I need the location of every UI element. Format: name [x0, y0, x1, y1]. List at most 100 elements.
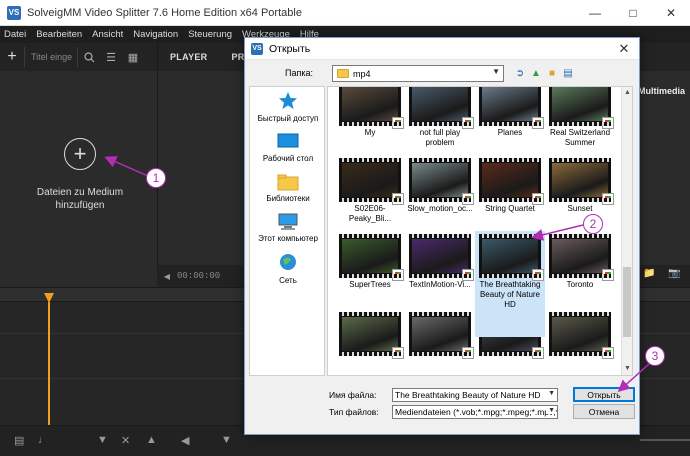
media-file-icon	[462, 347, 474, 359]
thumbnail-image	[342, 317, 398, 351]
thumbnail-image	[552, 87, 608, 121]
thumbnail-image	[412, 87, 468, 121]
add-media-button[interactable]: +	[64, 138, 96, 170]
file-tile[interactable]: Slow_motion_oc...	[405, 155, 475, 214]
chevron-down-icon[interactable]: ▼	[546, 390, 555, 397]
place-this-pc[interactable]: Этот компьютер	[250, 213, 326, 244]
file-name: My	[364, 128, 376, 137]
thumbnail-image	[482, 87, 538, 121]
media-file-icon	[602, 269, 614, 281]
snapshot-icon[interactable]: 📷	[668, 268, 684, 282]
tab-player[interactable]: PLAYER	[158, 52, 219, 62]
film-strip-icon[interactable]: ▤	[14, 434, 24, 447]
scrollbar[interactable]: ▲ ▼	[621, 87, 632, 375]
volume-icon[interactable]: ♩	[38, 434, 49, 446]
thumbnail-image	[342, 163, 398, 197]
scroll-down-icon[interactable]: ▼	[622, 363, 632, 375]
back-icon[interactable]: ➲	[513, 66, 527, 80]
timecode: 00:00:00	[177, 271, 221, 281]
menu-datei[interactable]: Datei	[4, 29, 26, 40]
thumbnail-image	[412, 239, 468, 273]
file-tile[interactable]: not full play problem	[405, 87, 475, 148]
video-thumbnail	[549, 87, 614, 129]
file-tile[interactable]	[405, 309, 475, 359]
place-network[interactable]: Сеть	[250, 253, 326, 286]
dialog-close-icon[interactable]: ✕	[615, 40, 633, 58]
place-libraries[interactable]: Библиотеки	[250, 173, 326, 204]
folder-select[interactable]: mp4 ▼	[332, 65, 504, 82]
menu-navigation[interactable]: Navigation	[133, 29, 178, 40]
add-icon[interactable]: +	[0, 48, 24, 66]
up-folder-icon[interactable]: ▲	[529, 66, 543, 80]
file-tile[interactable]: Sunset	[545, 155, 615, 214]
place-desktop[interactable]: Рабочий стол	[250, 133, 326, 164]
add-media-label: Dateien zu Medium hinzufügen	[36, 187, 124, 211]
file-tile[interactable]: The Breathtaking Beauty of Nature HD	[475, 231, 545, 337]
video-thumbnail	[479, 234, 544, 281]
mute-icon[interactable]: ◀	[181, 434, 189, 447]
filetype-label: Тип файлов:	[329, 407, 379, 417]
prev-arrow-icon[interactable]: ◀	[157, 272, 177, 281]
file-tile[interactable]: S02E06-Peaky_Bli...	[335, 155, 405, 224]
menu-steuerung[interactable]: Steuerung	[188, 29, 232, 40]
file-tile[interactable]: Toronto	[545, 231, 615, 290]
title-search-input[interactable]: Titel einge	[24, 47, 78, 67]
place-label: Этот компьютер	[258, 234, 318, 243]
place-label: Рабочий стол	[262, 154, 314, 163]
window-controls: — □ ✕	[576, 0, 690, 26]
grid-view-icon[interactable]: ▦	[122, 47, 144, 67]
cancel-button[interactable]: Отмена	[573, 404, 635, 419]
thumbnail-image	[552, 317, 608, 351]
app-logo: VS	[7, 5, 21, 20]
scroll-up-icon[interactable]: ▲	[622, 87, 632, 99]
menu-ansicht[interactable]: Ansicht	[92, 29, 123, 40]
video-thumbnail	[409, 158, 474, 205]
marker-icon[interactable]: ▲	[146, 434, 157, 446]
open-button[interactable]: Открыть	[573, 387, 635, 402]
media-panel: + Titel einge ☰ ▦ + Dateien zu Medium hi…	[0, 43, 157, 287]
media-file-icon	[392, 269, 404, 281]
chevron-down-icon[interactable]: ▼	[546, 407, 555, 414]
folder-icon	[337, 69, 349, 78]
place-quick-access[interactable]: Быстрый доступ	[250, 91, 326, 124]
annotation-marker-2: 2	[583, 214, 603, 234]
filter-icon[interactable]: ▼	[97, 434, 108, 446]
file-tile[interactable]	[545, 309, 615, 359]
new-folder-icon[interactable]: ■	[545, 66, 559, 80]
file-tile[interactable]: TextInMotion-Vi...	[405, 231, 475, 290]
file-tile[interactable]: String Quartet	[475, 155, 545, 214]
filename-field[interactable]: The Breathtaking Beauty of Nature HD ▼	[392, 388, 558, 402]
play-icon[interactable]: ▼	[221, 434, 232, 446]
menu-bearbeiten[interactable]: Bearbeiten	[36, 29, 82, 40]
file-tile[interactable]: SuperTrees	[335, 231, 405, 290]
scroll-thumb[interactable]	[623, 267, 631, 337]
file-name: not full play problem	[419, 128, 461, 147]
file-tile[interactable]: My	[335, 87, 405, 138]
close-icon[interactable]: ✕	[652, 0, 690, 26]
file-tile[interactable]: Planes	[475, 87, 545, 138]
file-tile[interactable]: Real Switzerland Summer	[545, 87, 615, 148]
media-file-icon	[532, 117, 544, 129]
video-thumbnail	[339, 312, 404, 359]
app-titlebar: VS SolveigMM Video Splitter 7.6 Home Edi…	[0, 0, 690, 26]
view-menu-icon[interactable]: ▤	[561, 66, 575, 80]
media-file-icon	[462, 193, 474, 205]
desktop-icon	[277, 133, 299, 148]
places-bar: Быстрый доступ Рабочий стол Библиотеки Э…	[249, 86, 325, 376]
thumbnail-image	[412, 317, 468, 351]
filetype-select[interactable]: Mediendateien (*.vob;*.mpg;*.mpeg;*.mpv;…	[392, 405, 558, 419]
file-name: Sunset	[567, 204, 593, 213]
minimize-icon[interactable]: —	[576, 0, 614, 26]
file-name: S02E06-Peaky_Bli...	[348, 204, 392, 223]
file-tile[interactable]	[335, 309, 405, 359]
folder-icon[interactable]: 📁	[643, 268, 659, 282]
volume-slider[interactable]	[640, 439, 690, 441]
media-file-icon	[462, 117, 474, 129]
video-thumbnail	[409, 312, 474, 359]
cut-icon[interactable]: ✕	[121, 434, 130, 447]
maximize-icon[interactable]: □	[614, 0, 652, 26]
list-view-icon[interactable]: ☰	[100, 47, 122, 67]
search-icon[interactable]	[78, 47, 100, 67]
folder-row: Папка: mp4 ▼ ➲ ▲ ■ ▤	[245, 65, 641, 83]
media-file-icon	[392, 193, 404, 205]
